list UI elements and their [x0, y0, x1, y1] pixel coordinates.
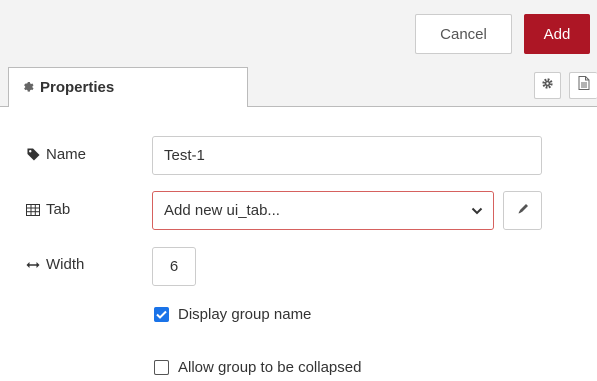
settings-button[interactable] — [534, 72, 561, 99]
gear-icon — [22, 80, 34, 95]
tab-divider — [248, 106, 597, 107]
display-group-name-checkbox[interactable] — [154, 307, 169, 322]
table-icon — [25, 203, 41, 216]
chevron-down-icon — [471, 202, 483, 219]
pencil-icon — [517, 202, 529, 220]
display-group-name-label: Display group name — [178, 306, 312, 323]
tab-properties-label: Properties — [40, 79, 115, 96]
document-icon — [578, 76, 590, 95]
tab-label: Tab — [25, 201, 70, 218]
arrows-horizontal-icon — [25, 261, 41, 269]
allow-collapse-option[interactable]: Allow group to be collapsed — [154, 359, 361, 376]
cancel-button[interactable]: Cancel — [415, 14, 512, 54]
gear-icon — [541, 77, 554, 95]
tab-divider — [0, 106, 8, 107]
width-label-text: Width — [46, 256, 85, 273]
allow-collapse-label: Allow group to be collapsed — [178, 359, 362, 376]
tab-properties[interactable]: Properties — [8, 67, 248, 107]
allow-collapse-checkbox[interactable] — [154, 360, 169, 375]
edit-tab-button[interactable] — [503, 191, 542, 230]
tab-label-text: Tab — [46, 201, 71, 218]
name-input[interactable]: Test-1 — [152, 136, 542, 175]
width-label: Width — [25, 256, 84, 273]
display-group-name-option[interactable]: Display group name — [154, 306, 311, 323]
tab-select[interactable]: Add new ui_tab... — [152, 191, 494, 230]
name-label-text: Name — [46, 146, 87, 163]
tag-icon — [25, 148, 41, 161]
description-button[interactable] — [569, 72, 597, 99]
name-label: Name — [25, 146, 86, 163]
tab-select-value: Add new ui_tab... — [164, 202, 280, 219]
width-input[interactable]: 6 — [152, 247, 196, 286]
add-button[interactable]: Add — [524, 14, 590, 54]
